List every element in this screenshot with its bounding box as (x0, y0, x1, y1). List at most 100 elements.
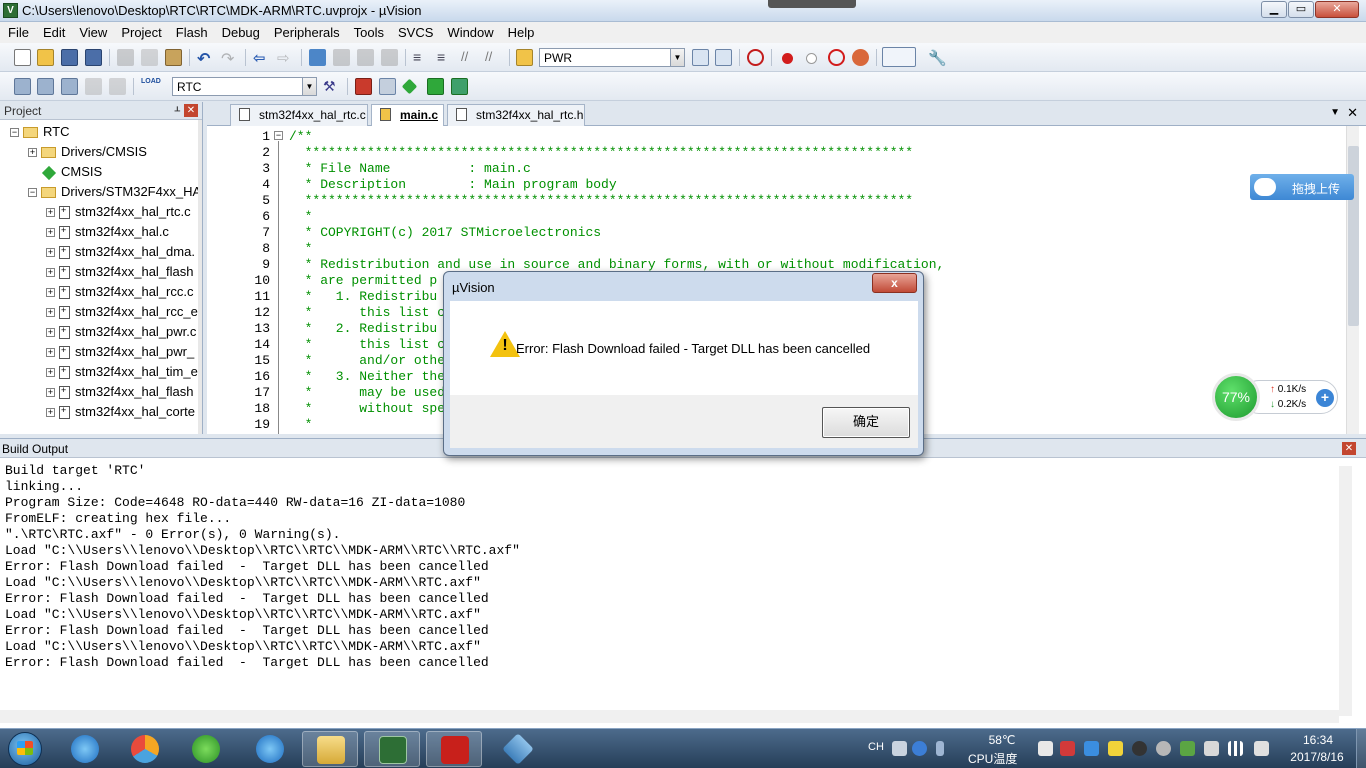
tray-qq-icon[interactable] (1132, 741, 1147, 756)
bookmark-icon[interactable] (309, 49, 326, 66)
tree-item[interactable]: CMSIS (28, 164, 102, 184)
menu-svcs[interactable]: SVCS (390, 22, 439, 43)
configure-icon[interactable]: 🔧 (928, 49, 947, 67)
comment-icon[interactable]: // (461, 49, 478, 66)
code-line[interactable]: * (289, 417, 313, 433)
tree-item[interactable]: + stm32f4xx_hal_flash (46, 264, 194, 284)
code-line[interactable]: * 1. Redistribu (289, 289, 438, 305)
tray-baidu-icon[interactable] (1084, 741, 1099, 756)
taskbar-picture-app[interactable] (117, 731, 173, 767)
unindent-icon[interactable]: ≡ (437, 49, 454, 66)
build-vertical-scrollbar[interactable] (1339, 466, 1352, 716)
build-icon[interactable] (37, 78, 54, 95)
maximize-button[interactable]: ▭ (1288, 1, 1314, 18)
code-line[interactable]: * (289, 241, 313, 257)
tray-plus-icon[interactable] (1108, 741, 1123, 756)
dialog-close-button[interactable]: x (872, 273, 917, 293)
select-software-packs-icon[interactable] (427, 78, 444, 95)
translate-icon[interactable] (14, 78, 31, 95)
code-line[interactable]: ****************************************… (289, 145, 914, 161)
menu-view[interactable]: View (71, 22, 113, 43)
clock-date[interactable]: 2017/8/16 (1284, 750, 1350, 764)
insert-breakpoint-icon[interactable] (782, 53, 793, 64)
indent-icon[interactable]: ≡ (413, 49, 430, 66)
show-desktop-button[interactable] (1356, 729, 1366, 768)
undo-icon[interactable]: ↶ (197, 49, 214, 68)
pack-installer-icon[interactable] (401, 78, 418, 95)
taskbar-360-app[interactable] (178, 731, 234, 767)
code-line[interactable]: * (289, 209, 313, 225)
scrollbar-thumb[interactable] (1348, 146, 1359, 326)
tree-item[interactable]: + stm32f4xx_hal.c (46, 224, 169, 244)
tree-item[interactable]: + stm32f4xx_hal_rcc.c (46, 284, 194, 304)
save-icon[interactable] (61, 49, 78, 66)
tree-item[interactable]: − Drivers/STM32F4xx_HA (28, 184, 201, 204)
editor-vertical-scrollbar[interactable] (1346, 126, 1359, 434)
expand-icon[interactable]: + (46, 288, 55, 298)
close-pane-icon[interactable]: ✕ (1342, 442, 1356, 455)
tree-item[interactable]: + stm32f4xx_hal_pwr_ (46, 344, 194, 364)
stop-build-icon[interactable] (109, 78, 126, 95)
menu-file[interactable]: File (0, 22, 35, 43)
tab-main-c[interactable]: main.c (371, 104, 444, 127)
tab-stm32f4xx-hal-rtc-c[interactable]: stm32f4xx_hal_rtc.c (230, 104, 368, 126)
taskbar-uvision-app[interactable] (364, 731, 420, 767)
menu-edit[interactable]: Edit (35, 22, 71, 43)
tree-item[interactable]: + stm32f4xx_hal_corte (46, 404, 195, 424)
target-options-icon[interactable]: ⚒ (323, 78, 340, 95)
run-time-environment-icon[interactable] (451, 78, 468, 95)
code-line[interactable]: * COPYRIGHT(c) 2017 STMicroelectronics (289, 225, 601, 241)
start-debug-icon[interactable] (747, 49, 764, 66)
disable-breakpoints-icon[interactable] (828, 49, 845, 66)
expand-icon[interactable]: + (46, 388, 55, 398)
tree-item[interactable]: + stm32f4xx_hal_rtc.c (46, 204, 191, 224)
collapse-icon[interactable]: − (10, 128, 19, 138)
drag-upload-widget[interactable]: 拖拽上传 (1250, 174, 1354, 200)
close-window-button[interactable]: ✕ (1315, 1, 1359, 18)
tree-item[interactable]: + stm32f4xx_hal_rcc_e (46, 304, 198, 324)
incremental-find-icon[interactable] (715, 49, 732, 66)
fold-collapse-icon[interactable]: − (274, 131, 283, 140)
tree-item[interactable]: − RTC (10, 124, 69, 144)
project-scrollbar[interactable] (198, 120, 202, 434)
redo-icon[interactable]: ↷ (221, 49, 238, 68)
taskbar-ie2-app[interactable] (242, 731, 298, 767)
tree-item[interactable]: + Drivers/CMSIS (28, 144, 147, 164)
find-combo[interactable]: PWR ▼ (539, 48, 685, 67)
code-line[interactable]: * and/or othe (289, 353, 445, 369)
menu-flash[interactable]: Flash (168, 22, 214, 43)
enable-breakpoint-icon[interactable] (806, 53, 817, 64)
batch-build-icon[interactable] (85, 78, 102, 95)
code-line[interactable]: * File Name : main.c (289, 161, 531, 177)
build-horizontal-scrollbar[interactable] (0, 710, 1339, 723)
expand-icon[interactable]: + (46, 328, 55, 338)
help-icon[interactable] (912, 741, 927, 756)
find-in-files-icon[interactable] (516, 49, 533, 66)
code-line[interactable]: ****************************************… (289, 193, 914, 209)
chevron-down-icon[interactable]: ▼ (670, 49, 684, 66)
tray-device-icon[interactable] (1204, 741, 1219, 756)
network-signal-icon[interactable] (1228, 741, 1243, 756)
expand-icon[interactable]: + (46, 228, 55, 238)
menu-window[interactable]: Window (439, 22, 499, 43)
expand-icon[interactable]: + (46, 308, 55, 318)
file-extensions-icon[interactable] (379, 78, 396, 95)
start-button[interactable] (2, 730, 50, 768)
open-file-icon[interactable] (37, 49, 54, 66)
keyboard-icon[interactable] (892, 741, 907, 756)
menu-debug[interactable]: Debug (214, 22, 266, 43)
expand-icon[interactable]: + (46, 368, 55, 378)
pin-icon[interactable]: ᚆ (175, 104, 180, 117)
menu-tools[interactable]: Tools (346, 22, 390, 43)
tray-app-icon[interactable] (1060, 741, 1075, 756)
expand-icon[interactable]: + (46, 208, 55, 218)
code-line[interactable]: * are permitted p (289, 273, 438, 289)
expand-icon[interactable]: + (46, 268, 55, 278)
new-file-icon[interactable] (14, 49, 31, 66)
code-line[interactable]: * without spe (289, 401, 445, 417)
next-bookmark-icon[interactable] (357, 49, 374, 66)
save-all-icon[interactable] (85, 49, 102, 66)
copy-icon[interactable] (141, 49, 158, 66)
taskbar-virtualbox-app[interactable] (490, 731, 546, 767)
uncomment-icon[interactable]: // (485, 49, 502, 66)
